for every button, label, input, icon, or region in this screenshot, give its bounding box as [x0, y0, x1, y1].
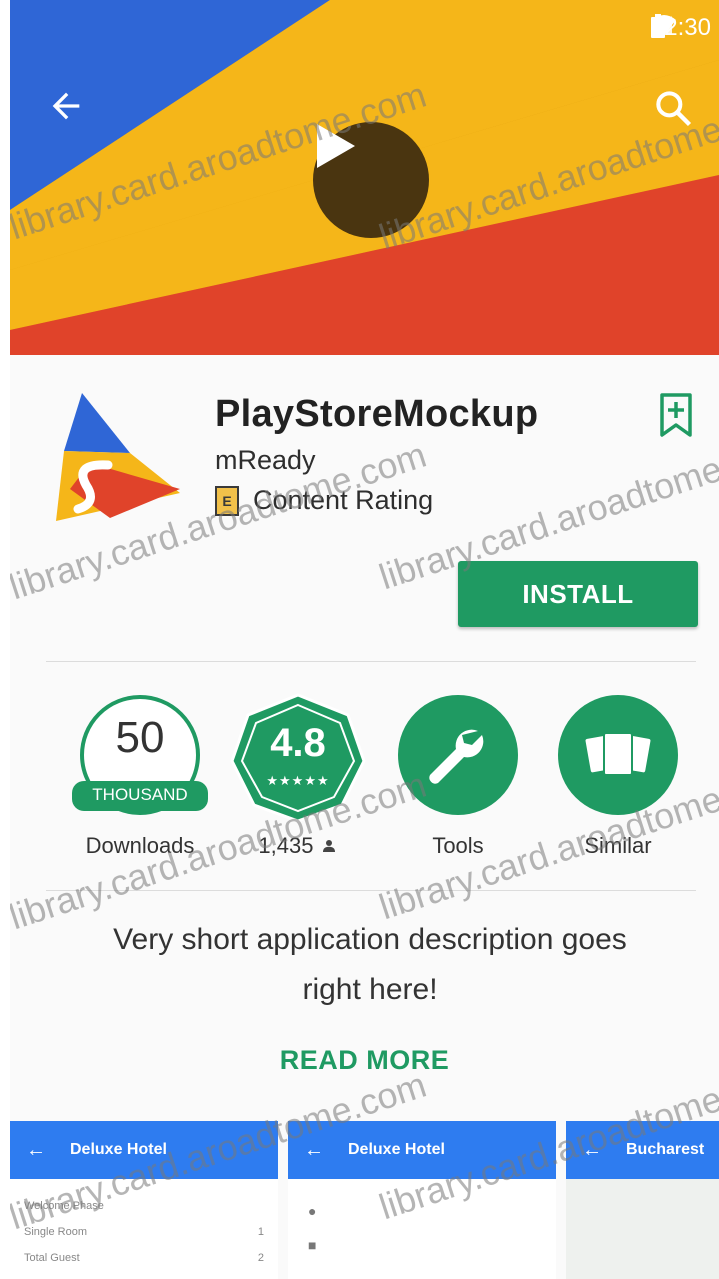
list-item: Single Room 1 — [24, 1226, 264, 1238]
screenshot-toolbar: ← Deluxe Hotel — [10, 1121, 278, 1179]
wishlist-add-icon[interactable] — [659, 393, 693, 437]
downloads-value: 50 — [115, 713, 165, 762]
search-button[interactable] — [651, 86, 701, 136]
app-title: PlayStoreMockup — [215, 393, 539, 435]
category-label: Tools — [432, 833, 484, 858]
arrow-back-icon: ← — [26, 1138, 46, 1161]
arrow-back-icon: ← — [304, 1138, 324, 1161]
rating-count-row: 1,435 — [228, 833, 368, 859]
screenshot-3[interactable]: ← Bucharest — [566, 1121, 719, 1279]
screenshot-1[interactable]: ← Deluxe Hotel Welcome Phase Single Room 1… — [10, 1121, 278, 1279]
divider — [46, 890, 696, 891]
similar-label: Similar — [584, 833, 652, 858]
play-icon — [317, 124, 355, 168]
search-icon — [656, 91, 692, 127]
battery-icon — [650, 14, 665, 38]
content-rating-label: Content Rating — [253, 485, 434, 515]
app-logo — [56, 393, 180, 521]
downloads-stat: 50 THOUSAND — [70, 693, 210, 828]
person-icon: ● — [308, 1203, 317, 1219]
arrow-back-icon: ← — [582, 1138, 602, 1161]
content-rating-badge: E — [215, 485, 239, 516]
similar-apps-icon — [558, 695, 678, 815]
back-button[interactable] — [46, 86, 96, 136]
hero-banner: 12:30 — [10, 0, 719, 355]
app-details-card: PlayStoreMockup mReady E Content Rating … — [10, 355, 719, 1279]
mail-icon: ■ — [308, 1237, 317, 1253]
downloads-unit: THOUSAND — [92, 785, 188, 804]
screenshot-title: Deluxe Hotel — [70, 1141, 167, 1158]
rating-stars: ★★★★★ — [266, 773, 330, 788]
developer-name[interactable]: mReady — [215, 445, 316, 476]
screenshot-toolbar: ← Bucharest — [566, 1121, 719, 1179]
list-item: Total Guest 2 — [24, 1252, 264, 1264]
screenshot-toolbar: ← Deluxe Hotel — [288, 1121, 556, 1179]
status-bar: 12:30 — [650, 14, 711, 42]
wrench-icon — [398, 695, 518, 815]
rating-value: 4.8 — [270, 721, 326, 765]
screenshot-title: Deluxe Hotel — [348, 1141, 445, 1158]
downloads-label: Downloads — [85, 833, 195, 858]
install-button[interactable]: INSTALL — [458, 561, 698, 627]
similar-apps[interactable] — [548, 693, 688, 828]
list-item: Welcome Phase — [24, 1200, 104, 1212]
screenshot-title: Bucharest — [626, 1141, 705, 1158]
map-preview — [566, 1179, 719, 1279]
app-description: Very short application description goes … — [113, 923, 627, 1006]
app-page: 12:30 PlayStoreMockup mReady E Content R… — [10, 0, 719, 1279]
screenshot-2[interactable]: ← Deluxe Hotel ● ■ — [288, 1121, 556, 1279]
content-rating: E Content Rating — [215, 485, 433, 516]
person-icon — [322, 840, 335, 852]
rating-stat[interactable]: 4.8 ★★★★★ — [228, 693, 368, 828]
divider — [46, 661, 696, 662]
category-tools[interactable] — [388, 693, 528, 828]
arrow-back-icon — [52, 92, 80, 120]
rating-count: 1,435 — [258, 833, 314, 858]
play-video-button[interactable] — [313, 122, 429, 238]
read-more-link[interactable]: READ MORE — [10, 1045, 719, 1076]
